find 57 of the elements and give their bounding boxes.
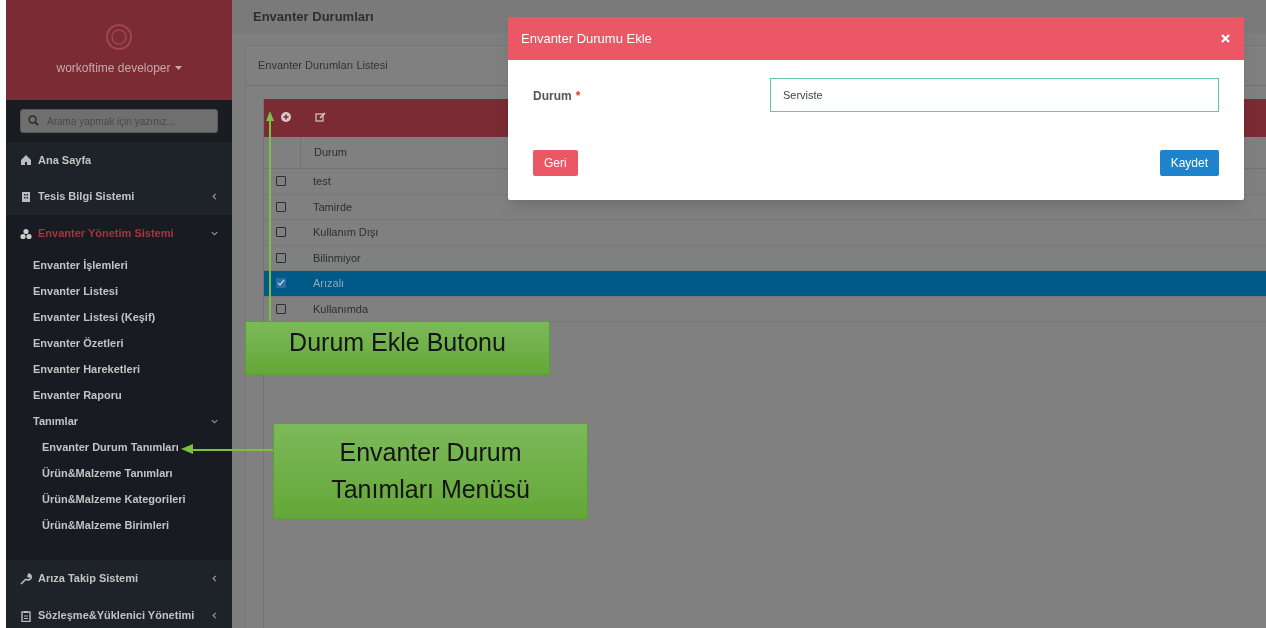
table-cell-text: Kullanımda <box>312 301 369 317</box>
chevron-down-icon <box>211 230 218 237</box>
callout-label: Envanter Durum Tanımları Menüsü <box>273 423 588 519</box>
checkbox[interactable] <box>276 227 286 238</box>
table-row[interactable]: Kullanım Dışı <box>264 220 1266 246</box>
submenu-item[interactable]: Envanter Raporu <box>6 382 232 408</box>
table-cell-text: Arızalı <box>312 276 345 291</box>
submenu-item[interactable]: Envanter İşlemleri <box>6 252 232 278</box>
submenu-item[interactable]: Ürün&Malzeme Tanımları <box>6 460 232 486</box>
submenu-item[interactable]: Envanter Listesi (Keşif) <box>6 304 232 330</box>
clipboard-icon <box>20 609 32 622</box>
callout-label: Durum Ekle Butonu <box>245 321 550 375</box>
submenu-item[interactable]: Ürün&Malzeme Kategorileri <box>6 486 232 512</box>
emblem-icon <box>105 23 133 51</box>
building-icon <box>20 190 32 203</box>
page-title: Envanter Durumları <box>253 7 374 26</box>
home-icon <box>20 154 32 166</box>
table-cell-text: Kullanım Dışı <box>312 225 379 240</box>
submenu-item[interactable]: Tanımlar <box>6 408 232 434</box>
chevron-left-icon <box>211 612 218 619</box>
sidebar-item[interactable]: Ana Sayfa <box>6 142 232 178</box>
input-field[interactable]: Serviste <box>770 78 1219 112</box>
sidebar-item[interactable]: Sözleşme&Yüklenici Yönetimi <box>6 597 232 628</box>
table-cell-text: Bilinmiyor <box>312 250 361 266</box>
submenu-item[interactable]: Envanter Hareketleri <box>6 356 232 382</box>
caret-icon <box>174 66 182 70</box>
chevron-left-icon <box>211 575 218 582</box>
chevron-down-icon <box>211 417 218 425</box>
field-label: Durum <box>533 88 572 105</box>
checkbox[interactable] <box>276 278 286 289</box>
modal-title: Envanter Durumu Ekle <box>521 29 652 48</box>
add-button[interactable] <box>281 112 293 124</box>
close-icon <box>1221 33 1230 43</box>
close-button[interactable] <box>1221 33 1231 44</box>
submenu-item[interactable]: Envanter Durum Tanımları <box>6 434 232 460</box>
wrench-icon <box>20 572 32 585</box>
submenu-item[interactable]: Envanter Listesi <box>6 278 232 304</box>
required-mark: * <box>575 88 581 105</box>
column-header: Durum <box>314 145 347 161</box>
edit-icon <box>315 112 326 123</box>
table-cell-text: test <box>312 174 331 189</box>
submenu-item[interactable]: Envanter Özetleri <box>6 330 232 356</box>
checkbox[interactable] <box>276 176 286 187</box>
checkbox[interactable] <box>276 201 286 212</box>
checkbox[interactable] <box>276 252 286 263</box>
edit-button[interactable] <box>315 112 327 124</box>
user-menu[interactable]: workoftime developer <box>56 59 182 77</box>
cubes-icon <box>20 227 32 240</box>
plus-icon <box>281 112 291 122</box>
sidebar-item[interactable]: Tesis Bilgi Sistemi <box>6 178 232 215</box>
table-cell-text: Tamirde <box>312 199 353 215</box>
checkbox[interactable] <box>276 303 286 314</box>
panel-title: Envanter Durumları Listesi <box>258 58 388 74</box>
save-button[interactable]: Kaydet <box>1159 150 1219 176</box>
submenu-item[interactable]: Ürün&Malzeme Birimleri <box>6 512 232 538</box>
sidebar-item[interactable]: Arıza Takip Sistemi <box>6 560 232 597</box>
chevron-left-icon <box>211 193 218 200</box>
